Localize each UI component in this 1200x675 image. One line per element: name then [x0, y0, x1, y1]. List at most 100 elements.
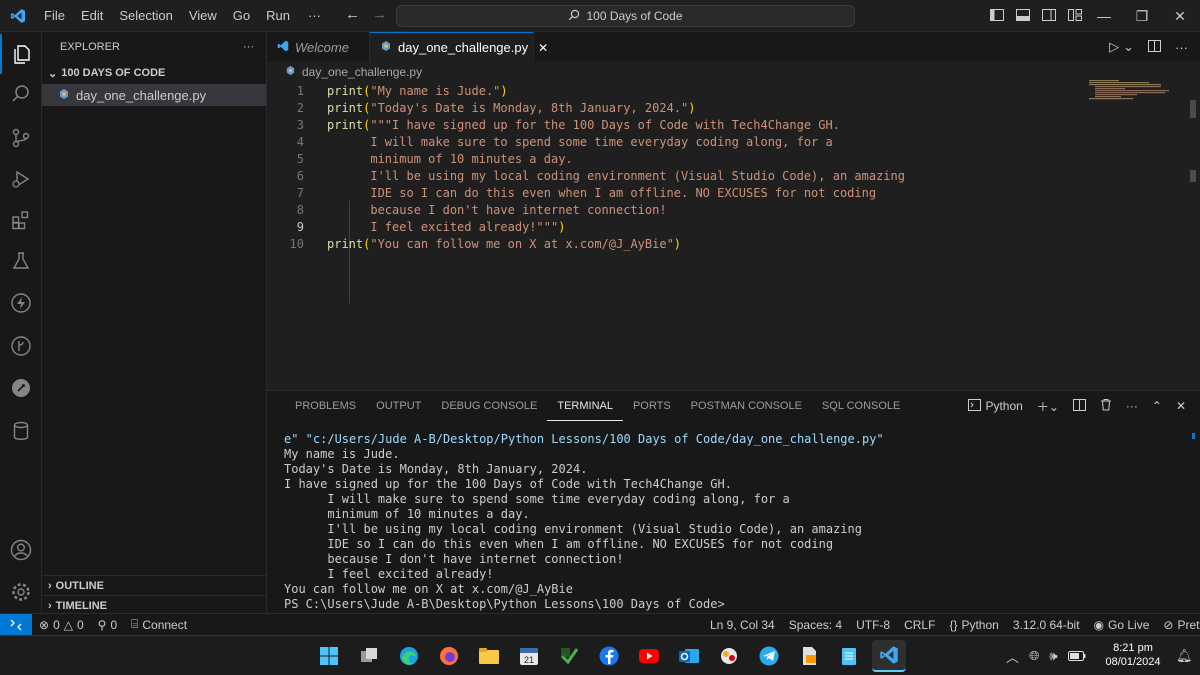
file-item-day-one-challenge[interactable]: day_one_challenge.py [42, 84, 266, 106]
close-tab-icon[interactable]: ✕ [538, 41, 548, 55]
cursor-position[interactable]: Ln 9, Col 34 [703, 618, 782, 632]
tab-problems[interactable]: PROBLEMS [285, 391, 366, 421]
run-python-file-icon[interactable]: ▷ [1109, 39, 1119, 55]
menu-more-button[interactable]: ··· [298, 8, 331, 23]
python-interpreter[interactable]: 3.12.0 64-bit [1006, 618, 1087, 632]
tab-output[interactable]: OUTPUT [366, 391, 431, 421]
more-actions-icon[interactable]: ··· [1175, 40, 1188, 55]
toggle-secondary-sidebar-icon[interactable] [1042, 8, 1056, 24]
customize-layout-icon[interactable] [1068, 8, 1082, 24]
live-share-bolt-icon[interactable] [0, 283, 42, 323]
menu-run[interactable]: Run [258, 8, 298, 23]
maximize-panel-icon[interactable]: ⌃ [1152, 399, 1162, 413]
task-view-icon[interactable] [352, 640, 386, 672]
close-panel-icon[interactable]: ✕ [1176, 399, 1186, 413]
facebook-icon[interactable] [592, 640, 626, 672]
outlook-icon[interactable] [672, 640, 706, 672]
accounts-icon[interactable] [0, 530, 42, 570]
encoding[interactable]: UTF-8 [849, 618, 897, 632]
menu-view[interactable]: View [181, 8, 225, 23]
kill-terminal-trash-icon[interactable] [1100, 398, 1112, 414]
folder-item[interactable]: ⌄ 100 DAYS OF CODE [42, 62, 266, 84]
code-line[interactable]: 6 I'll be using my local coding environm… [267, 167, 1167, 184]
line-endings[interactable]: CRLF [897, 618, 942, 632]
minimize-icon[interactable]: — [1085, 8, 1123, 24]
toggle-sidebar-icon[interactable] [990, 8, 1004, 24]
code-line[interactable]: 1 print("My name is Jude.") [267, 82, 1167, 99]
restore-icon[interactable]: ❐ [1123, 8, 1161, 25]
document-app-icon[interactable] [792, 640, 826, 672]
tray-chevron-up-icon[interactable]: ︿ [1006, 647, 1019, 666]
testing-flask-icon[interactable] [0, 241, 42, 281]
database-icon[interactable] [0, 411, 42, 451]
app-orange-icon[interactable] [712, 640, 746, 672]
settings-gear-icon[interactable] [0, 572, 42, 612]
search-sidebar-icon[interactable] [0, 74, 42, 114]
go-live[interactable]: ◉ Go Live [1087, 618, 1157, 632]
close-window-icon[interactable]: ✕ [1161, 8, 1199, 25]
code-line[interactable]: 2 print("Today's Date is Monday, 8th Janu… [267, 99, 1167, 116]
split-editor-icon[interactable] [1148, 39, 1161, 55]
windows-start-icon[interactable] [312, 640, 346, 672]
new-terminal-icon[interactable]: ＋⌄ [1037, 398, 1059, 415]
sheets-app-icon[interactable] [552, 640, 586, 672]
language-mode[interactable]: {} Python [942, 618, 1005, 632]
code-line[interactable]: 4 I will make sure to spend some time ev… [267, 133, 1167, 150]
edge-browser-icon[interactable] [392, 640, 426, 672]
vscode-taskbar-icon[interactable] [872, 640, 906, 672]
code-line[interactable]: 3 print("""I have signed up for the 100 D… [267, 116, 1167, 133]
postman-icon[interactable] [0, 368, 42, 408]
back-arrow-icon[interactable]: ← [345, 6, 360, 23]
split-terminal-icon[interactable] [1072, 398, 1086, 414]
minimap[interactable] [1089, 80, 1169, 100]
battery-icon[interactable] [1067, 649, 1086, 664]
git-graph-icon[interactable] [0, 326, 42, 366]
firefox-icon[interactable] [432, 640, 466, 672]
code-line[interactable]: 7 IDE so I can do this even when I am of… [267, 184, 1167, 201]
terminal-profile[interactable]: Python [968, 398, 1023, 414]
indentation[interactable]: Spaces: 4 [782, 618, 849, 632]
command-center-search[interactable]: 100 Days of Code [396, 5, 855, 27]
taskbar-clock[interactable]: 8:21 pm 08/01/2024 [1103, 641, 1163, 669]
code-line[interactable]: 9 I feel excited already!""") [267, 218, 1167, 235]
prettier[interactable]: ⊘Prettier [1156, 618, 1200, 632]
notepad-icon[interactable] [832, 640, 866, 672]
panel-more-icon[interactable]: ··· [1126, 399, 1138, 413]
menu-selection[interactable]: Selection [111, 8, 180, 23]
remote-indicator-icon[interactable] [0, 613, 32, 636]
tab-day-one-challenge[interactable]: day_one_challenge.py ✕ [370, 32, 548, 62]
notification-center-icon[interactable]: 🔔︎ [1176, 648, 1193, 664]
tab-debug-console[interactable]: DEBUG CONSOLE [431, 391, 547, 421]
explorer-more-button[interactable]: ··· [243, 41, 254, 53]
language-globe-icon[interactable]: 🌐︎ [1029, 648, 1039, 664]
editor-scrollbar[interactable] [1190, 100, 1196, 118]
menu-file[interactable]: File [36, 8, 73, 23]
connect-status[interactable]: ⌸ Connect [124, 617, 194, 632]
code-line[interactable]: 8 because I don't have internet connecti… [267, 201, 1167, 218]
tab-welcome[interactable]: Welcome [267, 32, 370, 62]
tab-ports[interactable]: PORTS [623, 391, 681, 421]
problems-status[interactable]: ⊗ 0 △ 0 [32, 618, 91, 632]
run-debug-icon[interactable] [0, 159, 42, 199]
tab-terminal[interactable]: TERMINAL [547, 391, 623, 421]
breadcrumb-file[interactable]: day_one_challenge.py [302, 65, 422, 79]
source-control-icon[interactable] [0, 118, 42, 158]
code-line[interactable]: 5 minimum of 10 minutes a day. [267, 150, 1167, 167]
code-editor[interactable]: 1 print("My name is Jude.") 2 print("Today'… [267, 82, 1200, 388]
tab-sql-console[interactable]: SQL CONSOLE [812, 391, 910, 421]
telegram-icon[interactable] [752, 640, 786, 672]
menu-edit[interactable]: Edit [73, 8, 111, 23]
calendar-app-icon[interactable]: 21 [512, 640, 546, 672]
menu-go[interactable]: Go [225, 8, 258, 23]
tab-postman-console[interactable]: POSTMAN CONSOLE [681, 391, 812, 421]
timeline-section[interactable]: › TIMELINE [42, 595, 267, 615]
toggle-panel-icon[interactable] [1016, 8, 1030, 24]
ports-status[interactable]: ⚲ 0 [91, 618, 124, 632]
file-explorer-icon[interactable] [472, 640, 506, 672]
run-dropdown-icon[interactable]: ⌄ [1123, 39, 1134, 55]
outline-section[interactable]: › OUTLINE [42, 575, 267, 595]
code-line[interactable]: 10 print("You can follow me on X at x.com… [267, 235, 1167, 252]
explorer-icon[interactable] [0, 34, 42, 74]
extensions-icon[interactable] [0, 200, 42, 240]
forward-arrow-icon[interactable]: → [372, 6, 387, 23]
